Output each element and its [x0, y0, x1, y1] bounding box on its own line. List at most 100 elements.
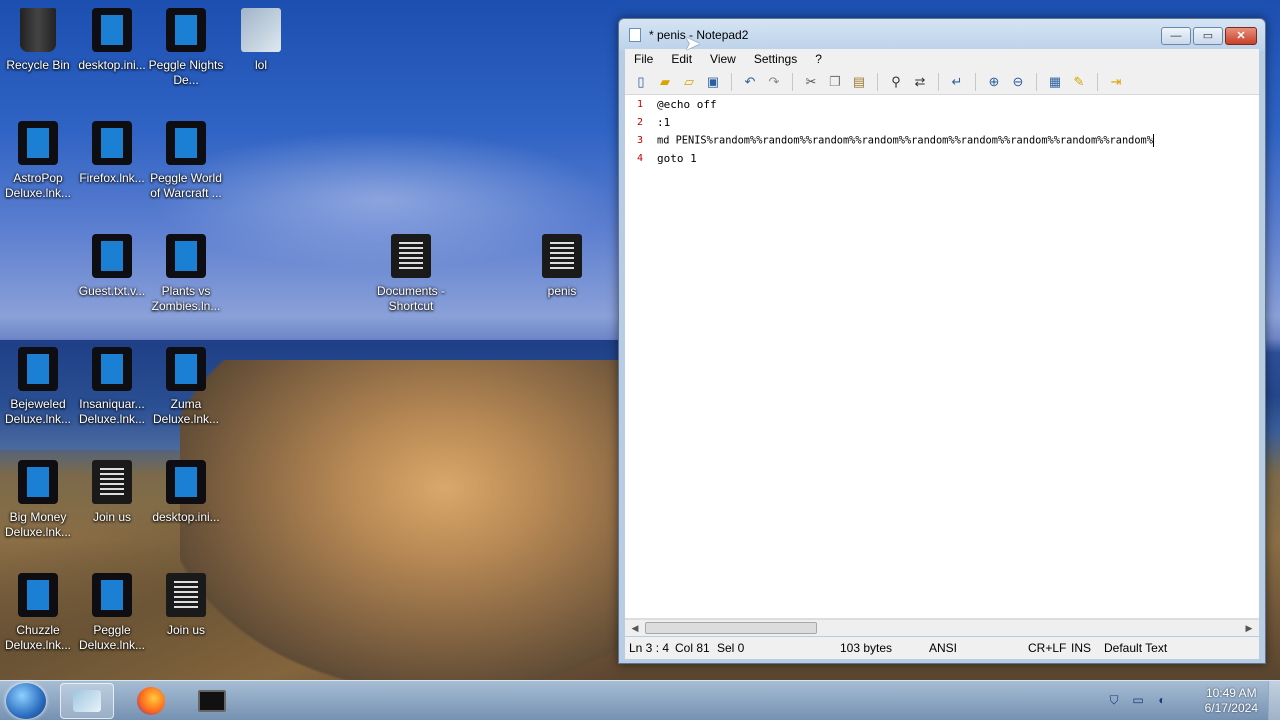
status-column: Col 81 [675, 641, 710, 655]
line-number-gutter: 1 2 3 4 [625, 95, 647, 618]
toolbar: ▯ ▰ ▱ ▣ ↶ ↷ ✂ ❐ ▤ ⚲ ⇄ ↵ ⊕ ⊖ ▦ ✎ ⇥ [625, 69, 1259, 95]
code-line: @echo off [657, 98, 717, 111]
desktop-icon-documents-shortcut[interactable]: Documents - Shortcut [373, 234, 449, 314]
desktop-icon-insaniquarium[interactable]: Insaniquar... Deluxe.lnk... [74, 347, 150, 427]
desktop-icon-lol[interactable]: lol [223, 8, 299, 73]
copy-icon[interactable]: ❐ [825, 72, 845, 92]
status-size: 103 bytes [840, 641, 893, 655]
menu-view[interactable]: View [701, 52, 745, 66]
zoom-in-icon[interactable]: ⊕ [984, 72, 1004, 92]
open-icon[interactable]: ▰ [655, 72, 675, 92]
desktop-icon-label: Bejeweled Deluxe.lnk... [4, 397, 72, 426]
line-number: 3 [636, 135, 643, 146]
notepad-window[interactable]: * penis - Notepad2 — ▭ ✕ File Edit View … [618, 18, 1266, 664]
save-icon[interactable]: ▣ [703, 72, 723, 92]
new-icon[interactable]: ▯ [631, 72, 651, 92]
code-line: :1 [657, 116, 671, 129]
redo-icon[interactable]: ↷ [764, 72, 784, 92]
menu-help[interactable]: ? [806, 52, 831, 66]
network-icon[interactable]: ▭ [1130, 693, 1146, 709]
desktop-icon-plants-vs-zombies[interactable]: Plants vs Zombies.ln... [148, 234, 224, 314]
line-number: 2 [636, 117, 643, 128]
desktop-icon-peggle-wow[interactable]: Peggle World of Warcraft ... [148, 121, 224, 201]
paste-icon[interactable]: ▤ [849, 72, 869, 92]
app-icon [166, 347, 206, 391]
taskbar-media[interactable] [185, 683, 239, 719]
desktop-icon-label: Documents - Shortcut [376, 284, 446, 313]
volume-icon[interactable]: ◐ [1154, 693, 1170, 709]
close-button[interactable]: ✕ [1225, 27, 1257, 45]
word-wrap-icon[interactable]: ↵ [947, 72, 967, 92]
menu-settings[interactable]: Settings [745, 52, 806, 66]
scheme-icon[interactable]: ▦ [1045, 72, 1065, 92]
app-icon [92, 234, 132, 278]
desktop-icon-desktop-ini[interactable]: desktop.ini... [74, 8, 150, 73]
desktop-icon-label: Peggle Deluxe.lnk... [78, 623, 146, 652]
folder-icon [241, 8, 281, 52]
scroll-left-icon[interactable]: ◀ [627, 621, 643, 635]
maximize-button[interactable]: ▭ [1193, 27, 1223, 45]
scroll-right-icon[interactable]: ▶ [1241, 621, 1257, 635]
desktop-icon-bejeweled[interactable]: Bejeweled Deluxe.lnk... [0, 347, 76, 427]
desktop-icon-firefox[interactable]: Firefox.lnk... [74, 121, 150, 186]
desktop-icon-label: Chuzzle Deluxe.lnk... [4, 623, 72, 652]
horizontal-scrollbar[interactable]: ◀ ▶ [625, 619, 1259, 636]
desktop-icon-penis[interactable]: penis [524, 234, 600, 299]
desktop-icon-peggle[interactable]: Peggle Deluxe.lnk... [74, 573, 150, 653]
clock-date: 6/17/2024 [1204, 701, 1258, 715]
minimize-button[interactable]: — [1161, 27, 1191, 45]
desktop-icon-label: Plants vs Zombies.ln... [151, 284, 221, 313]
desktop-icon-guest[interactable]: Guest.txt.v... [74, 234, 150, 299]
desktop-icon-join-us[interactable]: Join us [74, 460, 150, 525]
exit-icon[interactable]: ⇥ [1106, 72, 1126, 92]
scrollbar-thumb[interactable] [645, 622, 817, 634]
clock[interactable]: 10:49 AM 6/17/2024 [1205, 686, 1258, 716]
desktop-icon-big-money[interactable]: Big Money Deluxe.lnk... [0, 460, 76, 540]
taskbar-explorer[interactable] [60, 683, 114, 719]
desktop-icon-astropop[interactable]: AstroPop Deluxe.lnk... [0, 121, 76, 201]
desktop-icon-label: Big Money Deluxe.lnk... [4, 510, 72, 539]
app-icon [92, 347, 132, 391]
replace-icon[interactable]: ⇄ [910, 72, 930, 92]
zoom-out-icon[interactable]: ⊖ [1008, 72, 1028, 92]
shield-icon[interactable]: ⛉ [1106, 693, 1122, 709]
text-editor[interactable]: 1 2 3 4 @echo off :1 md PENIS%random%%ra… [625, 95, 1259, 619]
undo-icon[interactable]: ↶ [740, 72, 760, 92]
desktop-icon-label: Peggle World of Warcraft ... [150, 171, 222, 200]
toolbar-separator [1097, 72, 1098, 91]
browse-icon[interactable]: ▱ [679, 72, 699, 92]
title-bar[interactable]: * penis - Notepad2 — ▭ ✕ [619, 19, 1265, 51]
find-icon[interactable]: ⚲ [886, 72, 906, 92]
app-icon [166, 8, 206, 52]
wallpaper-rocks [180, 360, 620, 680]
app-icon [166, 234, 206, 278]
desktop-icon-join-us-2[interactable]: Join us [148, 573, 224, 638]
toolbar-separator [975, 72, 976, 91]
desktop-icon-recycle-bin[interactable]: Recycle Bin [0, 8, 76, 73]
app-icon [166, 460, 206, 504]
recycle-bin-icon [20, 8, 56, 52]
text-file-icon [391, 234, 431, 278]
show-desktop-button[interactable] [1268, 681, 1280, 720]
toolbar-separator [877, 72, 878, 91]
desktop-icon-peggle-nights[interactable]: Peggle Nights De... [148, 8, 224, 88]
taskbar: ⛉ ▭ ◐ 10:49 AM 6/17/2024 [0, 680, 1280, 720]
desktop-icon-chuzzle[interactable]: Chuzzle Deluxe.lnk... [0, 573, 76, 653]
desktop-icon-zuma[interactable]: Zuma Deluxe.lnk... [148, 347, 224, 427]
taskbar-firefox[interactable] [124, 683, 178, 719]
app-icon [18, 121, 58, 165]
app-icon [18, 347, 58, 391]
desktop-icon-desktop-ini-2[interactable]: desktop.ini... [148, 460, 224, 525]
status-selection: Sel 0 [717, 641, 745, 655]
start-button[interactable] [6, 683, 46, 719]
desktop-icon-label: desktop.ini... [152, 510, 220, 524]
menu-file[interactable]: File [625, 52, 662, 66]
customize-icon[interactable]: ✎ [1069, 72, 1089, 92]
toolbar-separator [792, 72, 793, 91]
line-number: 4 [636, 153, 643, 164]
explorer-icon [73, 690, 101, 712]
cut-icon[interactable]: ✂ [801, 72, 821, 92]
toolbar-separator [1036, 72, 1037, 91]
status-line: Ln 3 : 4 [629, 641, 670, 655]
desktop-icon-label: desktop.ini... [78, 58, 146, 72]
